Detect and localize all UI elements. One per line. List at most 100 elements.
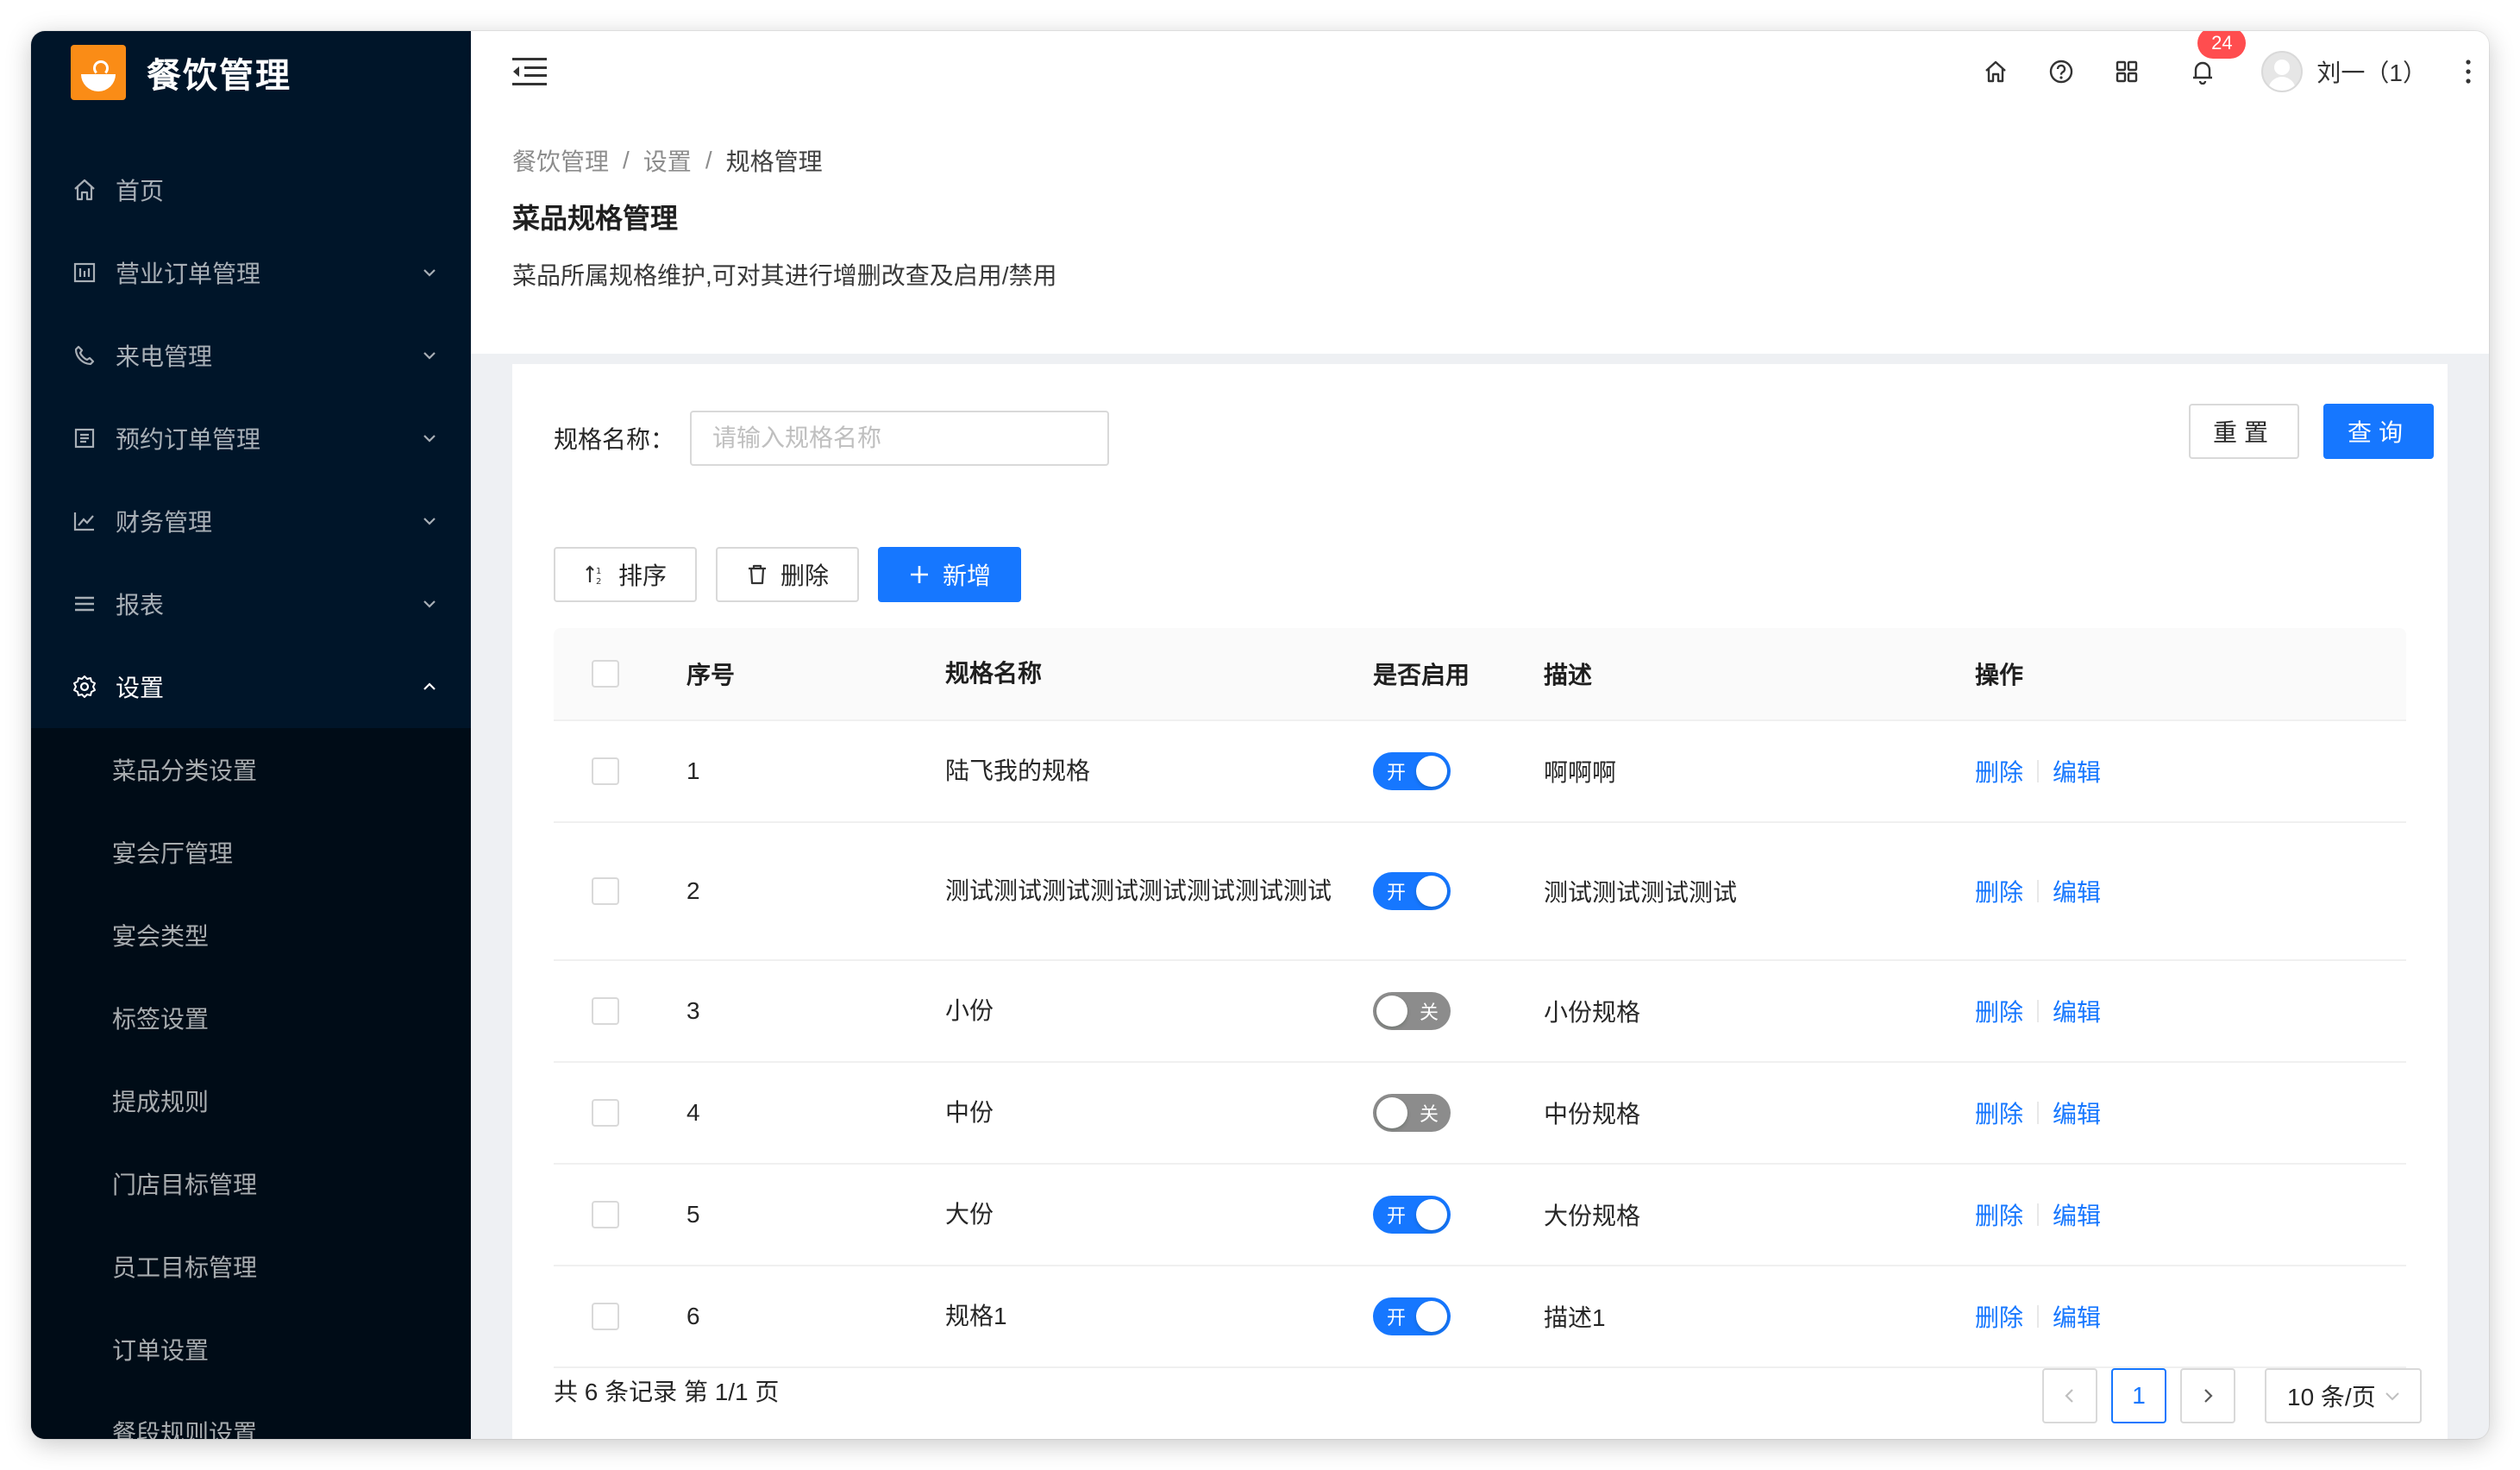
row-delete-link[interactable]: 删除 <box>1975 1299 2023 1334</box>
spec-name-input[interactable] <box>690 411 1110 466</box>
enable-toggle[interactable]: 开 <box>1373 872 1451 910</box>
chevron-down-icon <box>423 352 436 360</box>
row-description: 测试测试测试测试 <box>1544 879 1738 906</box>
breadcrumb-item-settings[interactable]: 设置 <box>643 143 692 178</box>
row-delete-link[interactable]: 删除 <box>1975 874 2023 908</box>
select-all-checkbox[interactable] <box>592 660 619 688</box>
sidebar-item-reservation[interactable]: 预约订单管理 <box>31 397 471 480</box>
reservation-icon <box>71 424 98 452</box>
row-checkbox[interactable] <box>592 757 619 785</box>
action-divider <box>2037 760 2040 782</box>
row-index: 4 <box>686 1099 700 1126</box>
prev-page-button[interactable] <box>2042 1368 2097 1423</box>
row-delete-link[interactable]: 删除 <box>1975 1096 2023 1130</box>
row-index: 3 <box>686 997 700 1024</box>
row-checkbox[interactable] <box>592 1099 619 1127</box>
row-enabled-cell: 开 <box>1373 872 1544 910</box>
brand[interactable]: 餐饮管理 <box>31 31 471 148</box>
enable-toggle[interactable]: 关 <box>1373 1094 1451 1132</box>
sidebar-item-settings[interactable]: 设置 <box>31 645 471 728</box>
submenu-item[interactable]: 宴会类型 <box>31 894 471 977</box>
add-button[interactable]: 新增 <box>878 547 1021 602</box>
row-actions: 删除 编辑 <box>1975 1299 2406 1334</box>
chevron-down-icon <box>423 269 436 277</box>
toggle-knob <box>1416 876 1447 907</box>
column-header-actions: 操作 <box>1975 662 2024 688</box>
row-edit-link[interactable]: 编辑 <box>2053 754 2101 788</box>
report-icon <box>71 590 98 618</box>
row-delete-link[interactable]: 删除 <box>1975 994 2023 1028</box>
chevron-down-icon <box>423 600 436 608</box>
sidebar-item-phone[interactable]: 来电管理 <box>31 314 471 397</box>
sidebar-item-home[interactable]: 首页 <box>31 148 471 231</box>
row-spec-name: 小份 <box>945 997 994 1024</box>
submenu-item[interactable]: 菜品分类设置 <box>31 728 471 811</box>
row-index: 5 <box>686 1201 700 1228</box>
delete-button[interactable]: 删除 <box>716 547 859 602</box>
row-actions: 删除 编辑 <box>1975 994 2406 1028</box>
breadcrumb: 餐饮管理 / 设置 / 规格管理 <box>512 143 2489 178</box>
action-divider <box>2037 880 2040 902</box>
row-edit-link[interactable]: 编辑 <box>2053 1096 2101 1130</box>
breadcrumb-separator: / <box>623 147 630 173</box>
row-checkbox[interactable] <box>592 1303 619 1330</box>
select-all-cell <box>554 660 686 688</box>
row-edit-link[interactable]: 编辑 <box>2053 1299 2101 1334</box>
submenu-item[interactable]: 提成规则 <box>31 1059 471 1142</box>
toggle-text: 开 <box>1387 1307 1407 1329</box>
action-divider <box>2037 1305 2040 1328</box>
home-icon[interactable] <box>1963 31 2028 112</box>
more-vertical-icon[interactable] <box>2448 31 2489 112</box>
enable-toggle[interactable]: 开 <box>1373 1297 1451 1335</box>
row-edit-link[interactable]: 编辑 <box>2053 994 2101 1028</box>
apps-grid-icon[interactable] <box>2094 31 2160 112</box>
submenu-item[interactable]: 员工目标管理 <box>31 1225 471 1308</box>
query-button[interactable]: 查询 <box>2323 404 2434 459</box>
row-spec-name: 陆飞我的规格 <box>945 757 1091 784</box>
notification-bell-icon[interactable]: 24 <box>2160 31 2247 112</box>
reset-button[interactable]: 重置 <box>2189 404 2299 459</box>
sidebar-item-order[interactable]: 营业订单管理 <box>31 231 471 314</box>
table-toolbar: 12 排序 删除 新增 <box>554 547 1021 602</box>
sidebar-item-report[interactable]: 报表 <box>31 562 471 645</box>
column-header-name: 规格名称 <box>945 660 1043 687</box>
settings-icon <box>71 673 98 700</box>
sidebar-item-finance[interactable]: 财务管理 <box>31 480 471 562</box>
action-divider <box>2037 1000 2040 1022</box>
page-size-select[interactable]: 10 条/页 <box>2265 1368 2422 1423</box>
username: 刘一（1） <box>2316 60 2427 86</box>
row-delete-link[interactable]: 删除 <box>1975 1197 2023 1232</box>
table-row: 1 陆飞我的规格 开 啊啊啊 删除 编辑 <box>554 721 2406 823</box>
submenu-item[interactable]: 宴会厅管理 <box>31 811 471 894</box>
user-menu[interactable]: 刘一（1） <box>2246 31 2448 112</box>
table-row: 5 大份 开 大份规格 删除 编辑 <box>554 1165 2406 1266</box>
submenu-item[interactable]: 标签设置 <box>31 977 471 1059</box>
column-header-description: 描述 <box>1544 662 1593 688</box>
row-checkbox[interactable] <box>592 1201 619 1228</box>
row-delete-link[interactable]: 删除 <box>1975 754 2023 788</box>
row-checkbox[interactable] <box>592 997 619 1025</box>
menu-fold-icon[interactable] <box>512 57 547 86</box>
column-header-enabled: 是否启用 <box>1373 662 1470 688</box>
row-edit-link[interactable]: 编辑 <box>2053 874 2101 908</box>
page-header: 餐饮管理 / 设置 / 规格管理 菜品规格管理 菜品所属规格维护,可对其进行增删… <box>471 112 2489 354</box>
submenu-item[interactable]: 订单设置 <box>31 1308 471 1391</box>
breadcrumb-separator: / <box>705 147 712 173</box>
breadcrumb-item-restaurant[interactable]: 餐饮管理 <box>512 143 609 178</box>
toggle-knob <box>1416 1301 1447 1332</box>
enable-toggle[interactable]: 开 <box>1373 1196 1451 1234</box>
enable-toggle[interactable]: 开 <box>1373 752 1451 790</box>
submenu-item[interactable]: 餐段规则设置 <box>31 1391 471 1439</box>
enable-toggle[interactable]: 关 <box>1373 992 1451 1030</box>
sidebar-item-label: 预约订单管理 <box>116 426 261 453</box>
submenu-item[interactable]: 门店目标管理 <box>31 1142 471 1225</box>
row-edit-link[interactable]: 编辑 <box>2053 1197 2101 1232</box>
finance-icon <box>71 507 98 535</box>
help-icon[interactable] <box>2028 31 2094 112</box>
sidebar-item-label: 财务管理 <box>116 509 213 536</box>
page-number-button[interactable]: 1 <box>2111 1368 2166 1423</box>
sidebar-item-label: 首页 <box>116 178 165 204</box>
row-checkbox[interactable] <box>592 877 619 905</box>
next-page-button[interactable] <box>2180 1368 2235 1423</box>
sort-button[interactable]: 12 排序 <box>554 547 697 602</box>
